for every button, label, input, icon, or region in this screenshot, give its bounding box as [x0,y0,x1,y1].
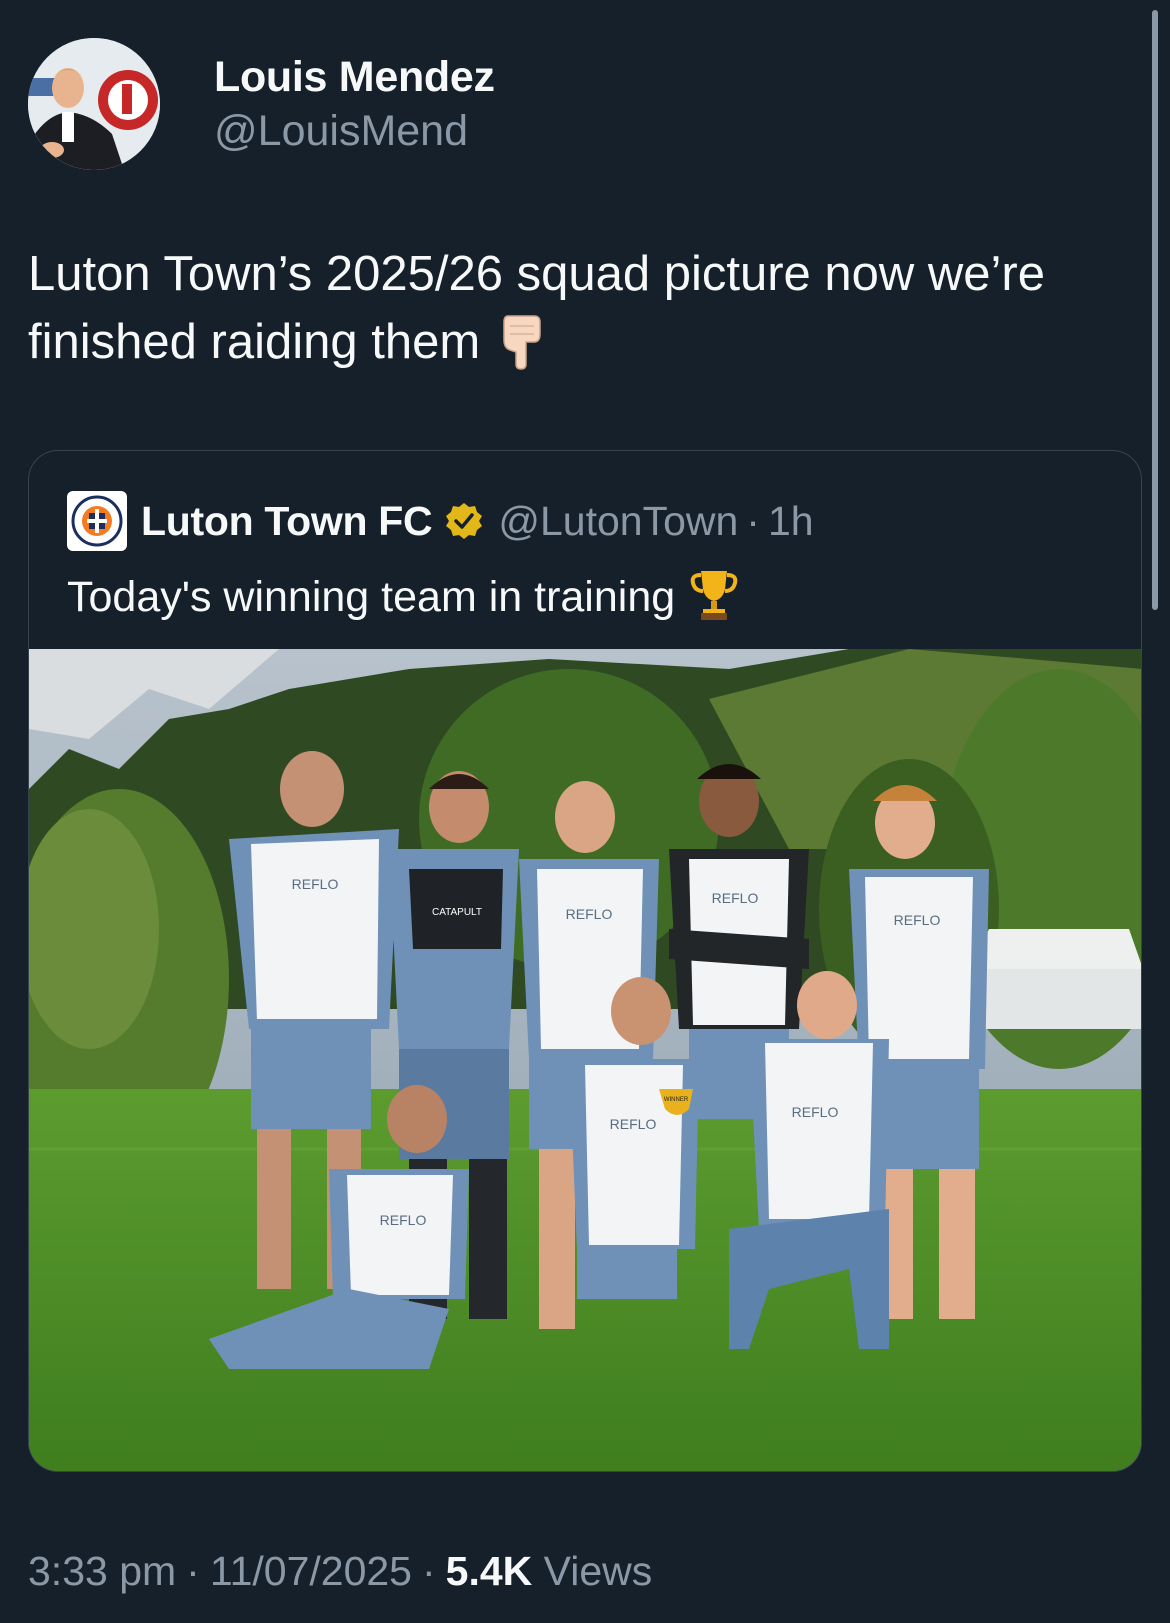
svg-text:REFLO: REFLO [712,890,759,906]
tweet-text: Luton Town’s 2025/26 squad picture now w… [28,240,1138,388]
separator: · [186,1548,200,1594]
author-handle[interactable]: @LouisMend [214,105,495,157]
tweet-detail-page: Louis Mendez @LouisMend Luton Town’s 202… [0,0,1170,1623]
avatar-image [28,38,160,170]
author-display-name[interactable]: Louis Mendez [214,51,495,103]
svg-text:REFLO: REFLO [380,1212,427,1228]
separator: · [746,497,760,544]
quoted-tweet-text: Today's winning team in training [67,567,739,637]
author-block: Louis Mendez @LouisMend [214,51,495,157]
svg-text:CATAPULT: CATAPULT [432,907,482,918]
tweet-meta: 3:33 pm · 11/07/2025 · 5.4K Views [28,1548,652,1595]
team-photo-illustration: REFLO CATAPULT REFLO REFLO REFLO REFLO R… [29,649,1141,1471]
svg-text:REFLO: REFLO [566,906,613,922]
quoted-tweet-card[interactable]: Luton Town FC @LutonTown · 1h Today's wi… [28,450,1142,1472]
tweet-date[interactable]: 11/07/2025 [210,1548,412,1594]
quoted-handle[interactable]: @LutonTown [498,498,738,545]
svg-text:REFLO: REFLO [610,1116,657,1132]
avatar[interactable] [28,38,160,170]
svg-text:WINNER: WINNER [664,1097,689,1103]
svg-text:REFLO: REFLO [792,1104,839,1120]
quoted-display-name[interactable]: Luton Town FC [141,498,433,545]
verified-badge-icon [444,501,484,541]
scrollbar[interactable] [1152,10,1158,610]
team-photo[interactable]: REFLO CATAPULT REFLO REFLO REFLO REFLO R… [29,649,1141,1471]
views-label: Views [543,1548,653,1594]
quoted-tweet-header: Luton Town FC @LutonTown · 1h [67,491,814,551]
tweet-time[interactable]: 3:33 pm [28,1548,176,1594]
quoted-text-content: Today's winning team in training [67,573,676,621]
views-count: 5.4K [445,1548,533,1594]
trophy-icon [689,567,739,637]
pointing-down-icon [500,312,542,388]
svg-text:REFLO: REFLO [894,912,941,928]
tweet-header: Louis Mendez @LouisMend [28,38,495,170]
quoted-timestamp[interactable]: 1h [768,498,814,545]
svg-text:REFLO: REFLO [292,876,339,892]
luton-town-logo[interactable] [67,491,127,551]
separator: · [421,1548,436,1594]
